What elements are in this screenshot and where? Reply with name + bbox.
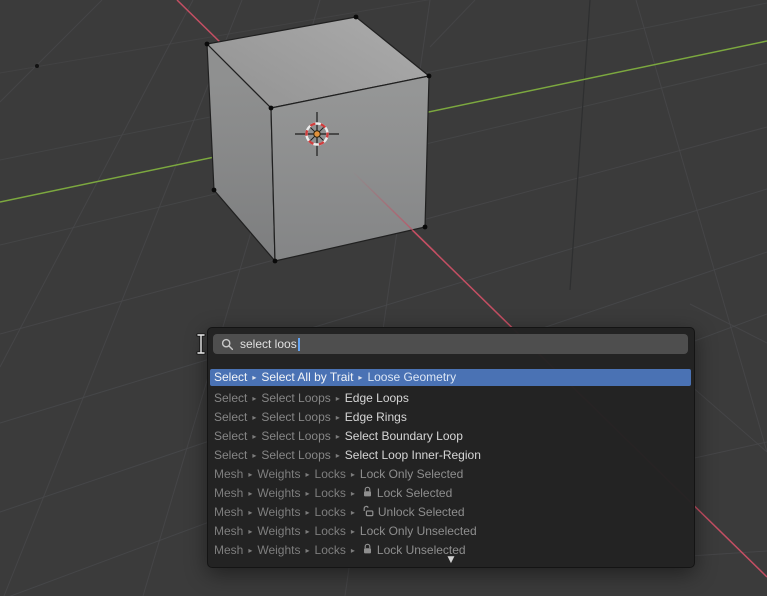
search-query-text: select loos xyxy=(240,337,297,351)
result-path-segment: Select xyxy=(214,391,248,405)
result-path-segment: Weights xyxy=(257,467,301,481)
search-icon xyxy=(221,338,234,350)
result-path-segment: Mesh xyxy=(214,505,244,519)
result-path-segment: Mesh xyxy=(214,486,244,500)
path-arrow-separator: ▸ xyxy=(252,394,257,403)
search-result-row[interactable]: Mesh ▸ Weights ▸ Locks ▸ Unlock Selected xyxy=(210,503,691,522)
path-arrow-separator: ▸ xyxy=(248,546,253,555)
result-label: Lock Only Selected xyxy=(359,467,464,481)
result-path-segment: Select Loops xyxy=(261,429,331,443)
path-arrow-separator: ▸ xyxy=(305,546,310,555)
result-path-segment: Mesh xyxy=(214,524,244,538)
3d-cursor-center-dot xyxy=(313,130,321,138)
path-arrow-separator: ▸ xyxy=(252,432,257,441)
mouse-cursor-ibeam xyxy=(196,333,206,355)
result-path-segment: Select Loops xyxy=(261,448,331,462)
path-arrow-separator: ▸ xyxy=(305,527,310,536)
result-path-segment: Locks xyxy=(314,524,346,538)
result-path-segment: Select xyxy=(214,410,248,424)
path-arrow-separator: ▸ xyxy=(335,451,340,460)
path-arrow-separator: ▸ xyxy=(305,489,310,498)
search-input[interactable]: select loos xyxy=(213,334,688,354)
blender-3d-viewport: select loos Select ▸ Select All by Trait ▸ L… xyxy=(0,0,767,596)
lock-open-icon xyxy=(363,505,374,517)
result-path-segment: Locks xyxy=(314,505,346,519)
path-arrow-separator: ▸ xyxy=(252,413,257,422)
lock-closed-icon xyxy=(363,543,371,554)
result-path-segment: Mesh xyxy=(214,467,244,481)
result-label: Loose Geometry xyxy=(367,370,457,384)
result-path-segment: Select xyxy=(214,448,248,462)
search-result-row[interactable]: Select ▸ Select All by Trait ▸ Loose Geometr… xyxy=(210,369,691,386)
path-arrow-separator: ▸ xyxy=(248,470,253,479)
result-path-segment: Locks xyxy=(314,486,346,500)
result-path-segment: Weights xyxy=(257,486,301,500)
path-arrow-separator: ▸ xyxy=(335,413,340,422)
cube-right-face xyxy=(270,75,430,262)
result-label: Select Boundary Loop xyxy=(344,429,463,443)
path-arrow-separator: ▸ xyxy=(248,527,253,536)
result-path-segment: Select xyxy=(214,429,248,443)
search-results-list: Select ▸ Select All by Trait ▸ Loose Geometr… xyxy=(210,369,691,560)
lock-closed-icon xyxy=(363,486,371,497)
result-label: Lock Selected xyxy=(376,486,453,500)
cube-object[interactable] xyxy=(204,14,432,264)
path-arrow-separator: ▸ xyxy=(350,508,355,517)
search-result-row[interactable]: Select ▸ Select Loops ▸ Select Boundary Loop xyxy=(210,427,691,446)
search-result-row[interactable]: Select ▸ Select Loops ▸ Edge Loops xyxy=(210,389,691,408)
search-result-row[interactable]: Select ▸ Select Loops ▸ Select Loop Inner-Re… xyxy=(210,446,691,465)
result-label: Edge Rings xyxy=(344,410,407,424)
result-path-segment: Weights xyxy=(257,505,301,519)
path-arrow-separator: ▸ xyxy=(350,527,355,536)
path-arrow-separator: ▸ xyxy=(350,546,355,555)
result-path-segment: Select All by Trait xyxy=(261,370,354,384)
path-arrow-separator: ▸ xyxy=(350,470,355,479)
path-arrow-separator: ▸ xyxy=(350,489,355,498)
result-label: Edge Loops xyxy=(344,391,409,405)
text-caret xyxy=(297,337,300,351)
result-path-segment: Select Loops xyxy=(261,410,331,424)
search-result-row[interactable]: Mesh ▸ Weights ▸ Locks ▸ Lock Selected xyxy=(210,484,691,503)
result-label: Lock Only Unselected xyxy=(359,524,477,538)
result-path-segment: Select Loops xyxy=(261,391,331,405)
result-path-segment: Select xyxy=(214,370,248,384)
path-arrow-separator: ▸ xyxy=(248,489,253,498)
path-arrow-separator: ▸ xyxy=(252,373,257,382)
stray-vertex-dot xyxy=(35,64,39,68)
search-result-row[interactable]: Mesh ▸ Weights ▸ Locks ▸ Lock Only Selected xyxy=(210,465,691,484)
search-result-row[interactable]: Select ▸ Select Loops ▸ Edge Rings xyxy=(210,408,691,427)
result-path-segment: Weights xyxy=(257,524,301,538)
scroll-down-arrow[interactable]: ▼ xyxy=(208,555,694,565)
search-popup: select loos Select ▸ Select All by Trait ▸ L… xyxy=(207,327,695,568)
result-label: Unlock Selected xyxy=(377,505,465,519)
result-path-segment: Locks xyxy=(314,467,346,481)
path-arrow-separator: ▸ xyxy=(358,373,363,382)
path-arrow-separator: ▸ xyxy=(248,508,253,517)
search-result-row[interactable]: Mesh ▸ Weights ▸ Locks ▸ Lock Only Unselected xyxy=(210,522,691,541)
path-arrow-separator: ▸ xyxy=(252,451,257,460)
path-arrow-separator: ▸ xyxy=(335,394,340,403)
path-arrow-separator: ▸ xyxy=(305,470,310,479)
path-arrow-separator: ▸ xyxy=(335,432,340,441)
path-arrow-separator: ▸ xyxy=(305,508,310,517)
result-label: Select Loop Inner-Region xyxy=(344,448,481,462)
